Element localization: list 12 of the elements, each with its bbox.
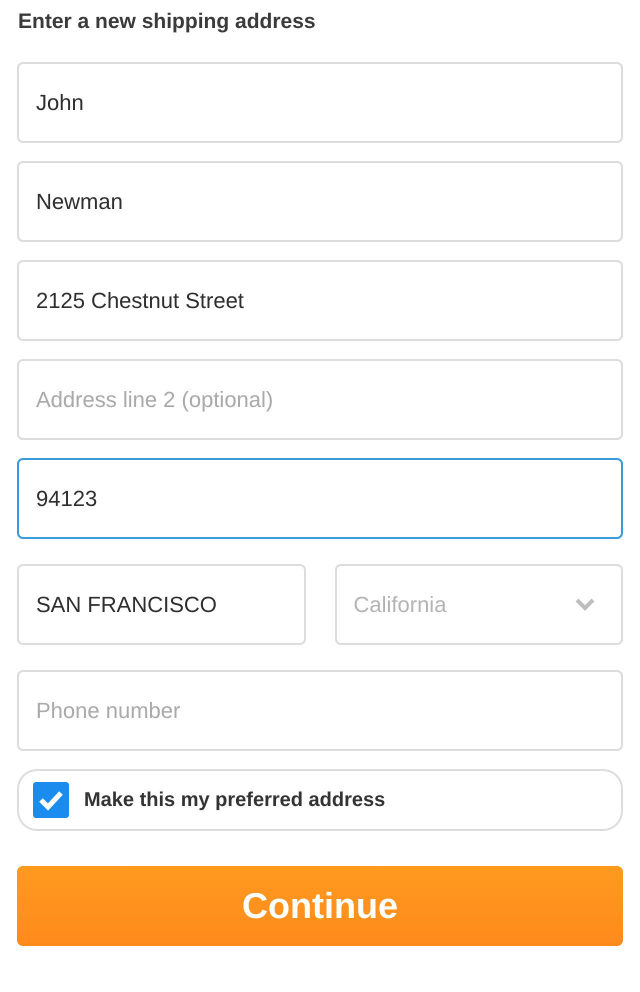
input-field[interactable]: SAN FRANCISCO bbox=[17, 564, 306, 645]
preferred-address-option[interactable]: Make this my preferred address bbox=[17, 769, 623, 831]
chevron-down-icon bbox=[575, 598, 595, 611]
input-field[interactable]: Address line 2 (optional) bbox=[17, 359, 623, 440]
input-field[interactable]: 2125 Chestnut Street bbox=[17, 260, 623, 341]
checkbox[interactable] bbox=[33, 782, 69, 818]
checkbox-label: Make this my preferred address bbox=[84, 788, 386, 812]
input-field[interactable]: Newman bbox=[17, 161, 623, 242]
form-heading: Enter a new shipping address bbox=[18, 9, 316, 35]
input-field[interactable]: Phone number bbox=[17, 670, 623, 751]
input-field[interactable]: 94123 bbox=[17, 458, 623, 539]
input-field[interactable]: John bbox=[17, 62, 623, 143]
